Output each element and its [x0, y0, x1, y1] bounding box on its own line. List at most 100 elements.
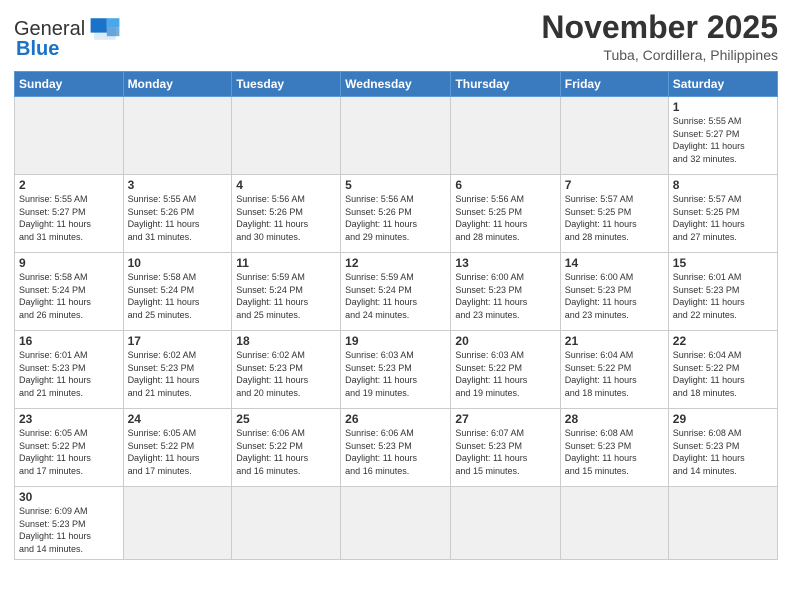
calendar-cell	[560, 97, 668, 175]
location: Tuba, Cordillera, Philippines	[541, 47, 778, 63]
calendar-cell: 6Sunrise: 5:56 AM Sunset: 5:25 PM Daylig…	[451, 175, 560, 253]
day-info: Sunrise: 5:59 AM Sunset: 5:24 PM Dayligh…	[236, 271, 336, 321]
calendar-weekday-saturday: Saturday	[668, 72, 777, 97]
day-info: Sunrise: 6:05 AM Sunset: 5:22 PM Dayligh…	[19, 427, 119, 477]
calendar-table: SundayMondayTuesdayWednesdayThursdayFrid…	[14, 71, 778, 559]
calendar-cell	[668, 487, 777, 559]
day-info: Sunrise: 6:01 AM Sunset: 5:23 PM Dayligh…	[19, 349, 119, 399]
calendar-cell: 4Sunrise: 5:56 AM Sunset: 5:26 PM Daylig…	[232, 175, 341, 253]
calendar-cell: 1Sunrise: 5:55 AM Sunset: 5:27 PM Daylig…	[668, 97, 777, 175]
calendar-cell: 21Sunrise: 6:04 AM Sunset: 5:22 PM Dayli…	[560, 331, 668, 409]
day-number: 13	[455, 256, 555, 270]
day-info: Sunrise: 5:56 AM Sunset: 5:26 PM Dayligh…	[345, 193, 446, 243]
calendar-cell	[341, 487, 451, 559]
day-number: 3	[128, 178, 228, 192]
day-info: Sunrise: 5:55 AM Sunset: 5:27 PM Dayligh…	[673, 115, 773, 165]
calendar-cell: 11Sunrise: 5:59 AM Sunset: 5:24 PM Dayli…	[232, 253, 341, 331]
calendar-cell	[232, 97, 341, 175]
calendar-cell: 28Sunrise: 6:08 AM Sunset: 5:23 PM Dayli…	[560, 409, 668, 487]
calendar-week-3: 9Sunrise: 5:58 AM Sunset: 5:24 PM Daylig…	[15, 253, 778, 331]
month-title: November 2025	[541, 10, 778, 45]
calendar-cell	[123, 487, 232, 559]
title-block: November 2025 Tuba, Cordillera, Philippi…	[541, 10, 778, 63]
calendar-cell: 2Sunrise: 5:55 AM Sunset: 5:27 PM Daylig…	[15, 175, 124, 253]
day-info: Sunrise: 5:56 AM Sunset: 5:26 PM Dayligh…	[236, 193, 336, 243]
day-number: 12	[345, 256, 446, 270]
day-number: 21	[565, 334, 664, 348]
calendar-cell	[341, 97, 451, 175]
day-info: Sunrise: 5:58 AM Sunset: 5:24 PM Dayligh…	[19, 271, 119, 321]
calendar-cell: 27Sunrise: 6:07 AM Sunset: 5:23 PM Dayli…	[451, 409, 560, 487]
calendar-cell: 3Sunrise: 5:55 AM Sunset: 5:26 PM Daylig…	[123, 175, 232, 253]
logo-icon	[87, 14, 123, 44]
day-number: 11	[236, 256, 336, 270]
logo: General Blue	[14, 14, 123, 61]
day-info: Sunrise: 6:00 AM Sunset: 5:23 PM Dayligh…	[565, 271, 664, 321]
day-number: 17	[128, 334, 228, 348]
day-info: Sunrise: 5:58 AM Sunset: 5:24 PM Dayligh…	[128, 271, 228, 321]
day-info: Sunrise: 6:03 AM Sunset: 5:22 PM Dayligh…	[455, 349, 555, 399]
calendar-cell	[232, 487, 341, 559]
day-info: Sunrise: 6:06 AM Sunset: 5:23 PM Dayligh…	[345, 427, 446, 477]
day-number: 29	[673, 412, 773, 426]
day-number: 4	[236, 178, 336, 192]
calendar-weekday-sunday: Sunday	[15, 72, 124, 97]
day-info: Sunrise: 6:00 AM Sunset: 5:23 PM Dayligh…	[455, 271, 555, 321]
calendar-header-row: SundayMondayTuesdayWednesdayThursdayFrid…	[15, 72, 778, 97]
calendar-cell: 12Sunrise: 5:59 AM Sunset: 5:24 PM Dayli…	[341, 253, 451, 331]
calendar-cell: 22Sunrise: 6:04 AM Sunset: 5:22 PM Dayli…	[668, 331, 777, 409]
day-number: 28	[565, 412, 664, 426]
day-info: Sunrise: 6:02 AM Sunset: 5:23 PM Dayligh…	[128, 349, 228, 399]
calendar-weekday-thursday: Thursday	[451, 72, 560, 97]
day-info: Sunrise: 6:08 AM Sunset: 5:23 PM Dayligh…	[673, 427, 773, 477]
calendar-weekday-tuesday: Tuesday	[232, 72, 341, 97]
day-info: Sunrise: 5:55 AM Sunset: 5:27 PM Dayligh…	[19, 193, 119, 243]
calendar-cell: 16Sunrise: 6:01 AM Sunset: 5:23 PM Dayli…	[15, 331, 124, 409]
calendar-cell	[560, 487, 668, 559]
calendar-cell: 17Sunrise: 6:02 AM Sunset: 5:23 PM Dayli…	[123, 331, 232, 409]
day-number: 27	[455, 412, 555, 426]
day-number: 5	[345, 178, 446, 192]
day-info: Sunrise: 6:04 AM Sunset: 5:22 PM Dayligh…	[565, 349, 664, 399]
day-info: Sunrise: 6:03 AM Sunset: 5:23 PM Dayligh…	[345, 349, 446, 399]
calendar-cell	[123, 97, 232, 175]
calendar-cell: 19Sunrise: 6:03 AM Sunset: 5:23 PM Dayli…	[341, 331, 451, 409]
calendar-week-1: 1Sunrise: 5:55 AM Sunset: 5:27 PM Daylig…	[15, 97, 778, 175]
day-number: 20	[455, 334, 555, 348]
day-info: Sunrise: 6:06 AM Sunset: 5:22 PM Dayligh…	[236, 427, 336, 477]
day-number: 14	[565, 256, 664, 270]
day-info: Sunrise: 5:57 AM Sunset: 5:25 PM Dayligh…	[565, 193, 664, 243]
day-info: Sunrise: 5:55 AM Sunset: 5:26 PM Dayligh…	[128, 193, 228, 243]
calendar-weekday-wednesday: Wednesday	[341, 72, 451, 97]
calendar-week-5: 23Sunrise: 6:05 AM Sunset: 5:22 PM Dayli…	[15, 409, 778, 487]
day-number: 8	[673, 178, 773, 192]
day-number: 6	[455, 178, 555, 192]
calendar-cell: 23Sunrise: 6:05 AM Sunset: 5:22 PM Dayli…	[15, 409, 124, 487]
calendar-cell: 25Sunrise: 6:06 AM Sunset: 5:22 PM Dayli…	[232, 409, 341, 487]
calendar-cell: 7Sunrise: 5:57 AM Sunset: 5:25 PM Daylig…	[560, 175, 668, 253]
day-info: Sunrise: 6:01 AM Sunset: 5:23 PM Dayligh…	[673, 271, 773, 321]
day-number: 19	[345, 334, 446, 348]
page-header: General Blue November 2025 Tuba, Cordill…	[14, 10, 778, 63]
day-number: 7	[565, 178, 664, 192]
day-number: 2	[19, 178, 119, 192]
calendar-weekday-monday: Monday	[123, 72, 232, 97]
calendar-cell: 18Sunrise: 6:02 AM Sunset: 5:23 PM Dayli…	[232, 331, 341, 409]
day-number: 30	[19, 490, 119, 504]
calendar-cell: 26Sunrise: 6:06 AM Sunset: 5:23 PM Dayli…	[341, 409, 451, 487]
day-number: 1	[673, 100, 773, 114]
day-number: 24	[128, 412, 228, 426]
day-number: 18	[236, 334, 336, 348]
day-info: Sunrise: 6:04 AM Sunset: 5:22 PM Dayligh…	[673, 349, 773, 399]
day-number: 25	[236, 412, 336, 426]
calendar-cell: 30Sunrise: 6:09 AM Sunset: 5:23 PM Dayli…	[15, 487, 124, 559]
day-number: 26	[345, 412, 446, 426]
calendar-cell	[451, 487, 560, 559]
calendar-cell: 15Sunrise: 6:01 AM Sunset: 5:23 PM Dayli…	[668, 253, 777, 331]
calendar-cell: 29Sunrise: 6:08 AM Sunset: 5:23 PM Dayli…	[668, 409, 777, 487]
calendar-week-2: 2Sunrise: 5:55 AM Sunset: 5:27 PM Daylig…	[15, 175, 778, 253]
calendar-week-4: 16Sunrise: 6:01 AM Sunset: 5:23 PM Dayli…	[15, 331, 778, 409]
day-info: Sunrise: 5:57 AM Sunset: 5:25 PM Dayligh…	[673, 193, 773, 243]
calendar-cell: 14Sunrise: 6:00 AM Sunset: 5:23 PM Dayli…	[560, 253, 668, 331]
calendar-cell	[15, 97, 124, 175]
